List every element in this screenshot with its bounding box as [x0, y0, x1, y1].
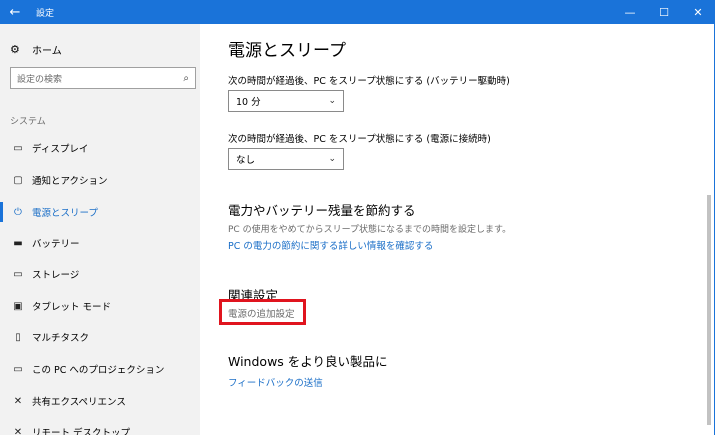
sidebar-item-power-sleep[interactable]: ⏻ 電源とスリープ [0, 202, 200, 222]
save-power-description: PC の使用をやめてからスリープ状態になるまでの時間を設定します。 [228, 225, 512, 235]
sidebar-item-label: リモート デスクトップ [32, 428, 131, 435]
search-icon: ⌕ [183, 72, 189, 84]
improve-windows-heading: Windows をより良い製品に [228, 354, 388, 369]
multitask-icon: ▯ [15, 331, 21, 343]
monitor-icon: ▭ [13, 142, 23, 154]
minimize-button[interactable]: — [613, 0, 647, 24]
sidebar-item-shared-experiences[interactable]: ✕ 共有エクスペリエンス [0, 391, 200, 411]
search-input[interactable]: 設定の検索 ⌕ [10, 67, 196, 89]
sidebar-item-remote-desktop[interactable]: ✕ リモート デスクトップ [0, 422, 200, 435]
page-title: 電源とスリープ [228, 41, 346, 61]
maximize-button[interactable]: ☐ [647, 0, 681, 24]
sidebar-item-label: この PC へのプロジェクション [32, 365, 165, 376]
battery-sleep-label: 次の時間が経過後、PC をスリープ状態にする (バッテリー駆動時) [228, 76, 510, 87]
remote-desktop-icon: ✕ [13, 426, 23, 435]
sidebar-item-projection[interactable]: ▭ この PC へのプロジェクション [0, 359, 200, 379]
back-button[interactable]: ← [0, 0, 30, 24]
battery-icon: ▬ [13, 237, 23, 249]
search-placeholder: 設定の検索 [17, 74, 63, 85]
sidebar-item-label: 共有エクスペリエンス [32, 397, 126, 408]
sidebar-item-display[interactable]: ▭ ディスプレイ [0, 138, 200, 158]
notification-icon: ▢ [13, 174, 23, 186]
sidebar-item-notifications[interactable]: ▢ 通知とアクション [0, 170, 200, 190]
home-label: ホーム [32, 45, 62, 57]
gear-icon: ⚙ [10, 42, 20, 56]
window-controls: — ☐ ✕ [613, 0, 715, 24]
sidebar-item-label: バッテリー [32, 239, 80, 250]
tablet-icon: ▣ [13, 300, 23, 312]
window-title: 設定 [36, 8, 55, 19]
sidebar-section-label: システム [10, 117, 46, 127]
sidebar-item-label: マルチタスク [32, 333, 90, 344]
sidebar-item-label: 電源とスリープ [32, 208, 98, 219]
sidebar-item-battery[interactable]: ▬ バッテリー [0, 233, 200, 253]
plugged-sleep-label: 次の時間が経過後、PC をスリープ状態にする (電源に接続時) [228, 134, 491, 145]
power-icon: ⏻ [14, 206, 22, 218]
home-nav-item[interactable]: ⚙ ホーム [10, 40, 62, 58]
sidebar-item-tablet-mode[interactable]: ▣ タブレット モード [0, 296, 200, 316]
plugged-sleep-dropdown[interactable]: なし ⌄ [228, 148, 344, 170]
sidebar-item-multitasking[interactable]: ▯ マルチタスク [0, 327, 200, 347]
minimize-icon: — [624, 5, 636, 19]
title-bar: ← 設定 — ☐ ✕ [0, 0, 715, 24]
scrollbar[interactable] [707, 195, 711, 425]
shared-experiences-icon: ✕ [13, 395, 23, 407]
save-power-heading: 電力やバッテリー残量を節約する [228, 203, 416, 218]
sidebar-item-label: ストレージ [32, 270, 80, 281]
sidebar-item-storage[interactable]: ▭ ストレージ [0, 264, 200, 284]
save-power-info-link[interactable]: PC の電力の節約に関する詳しい情報を確認する [228, 238, 433, 252]
sidebar-item-label: タブレット モード [32, 302, 112, 313]
feedback-link[interactable]: フィードバックの送信 [228, 375, 323, 389]
sidebar-item-label: ディスプレイ [32, 144, 89, 155]
battery-sleep-dropdown[interactable]: 10 分 ⌄ [228, 90, 344, 112]
close-button[interactable]: ✕ [681, 0, 715, 24]
maximize-icon: ☐ [659, 5, 669, 19]
red-highlight-box [219, 299, 306, 325]
battery-sleep-value: 10 分 [236, 97, 261, 108]
sidebar-item-label: 通知とアクション [32, 176, 108, 187]
projection-icon: ▭ [13, 363, 23, 375]
chevron-down-icon: ⌄ [328, 154, 336, 164]
storage-icon: ▭ [13, 268, 23, 280]
back-arrow-icon: ← [9, 4, 21, 20]
close-icon: ✕ [693, 5, 703, 19]
chevron-down-icon: ⌄ [328, 96, 336, 106]
plugged-sleep-value: なし [236, 155, 256, 166]
